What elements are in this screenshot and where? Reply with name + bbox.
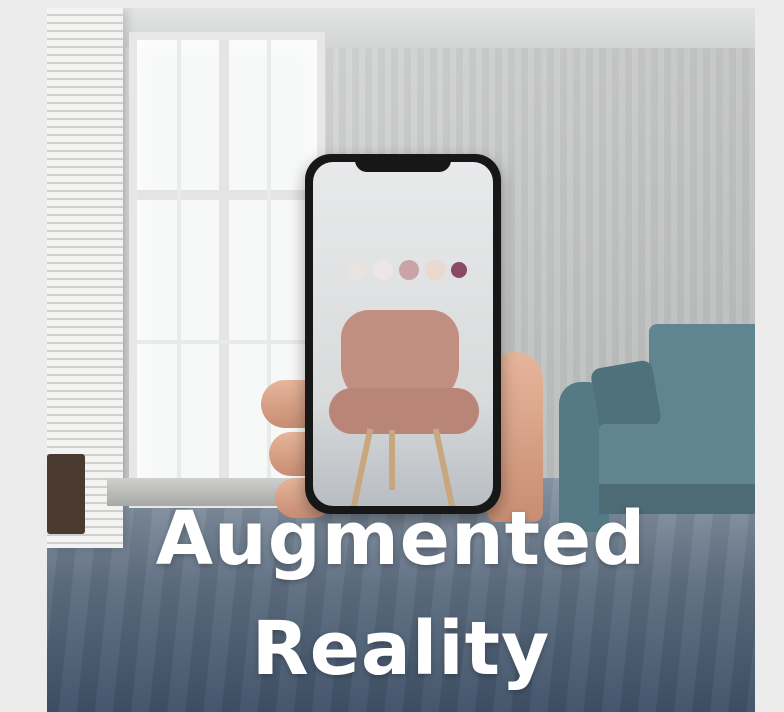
armchair-leg (350, 428, 374, 506)
window-bar (177, 40, 181, 500)
armchair-leg (389, 430, 395, 490)
color-swatch (399, 260, 419, 280)
sofa (559, 324, 755, 532)
color-swatch-row (347, 260, 467, 280)
window-mullion-vertical (219, 40, 229, 500)
phone-screen (313, 162, 493, 506)
window-mullion-horizontal (137, 190, 317, 200)
sofa-seat (599, 424, 755, 490)
sofa-back (649, 324, 755, 424)
window-bar (137, 340, 317, 344)
color-swatch (425, 260, 445, 280)
poster-image: Augmented Reality (47, 8, 755, 712)
color-swatch (451, 262, 467, 278)
poster-title-line-1: Augmented (155, 496, 647, 582)
phone-notch (355, 154, 451, 172)
armchair-seat (329, 388, 479, 434)
armchair-leg (432, 428, 456, 506)
color-swatch (373, 260, 393, 280)
smartphone-icon (305, 154, 501, 514)
window-bar (267, 40, 271, 500)
armchair (329, 310, 479, 506)
poster-title-line-2: Reality (251, 606, 551, 692)
color-swatch (347, 260, 367, 280)
